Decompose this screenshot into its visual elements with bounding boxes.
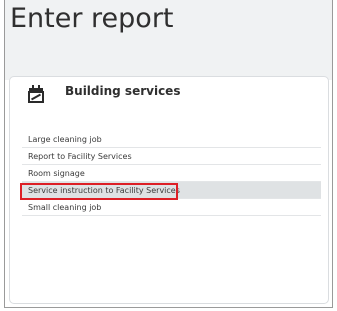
list-item-room-signage[interactable]: Room signage [22, 165, 321, 182]
card-title: Building services [65, 84, 181, 98]
calendar-icon [28, 85, 44, 103]
service-list: Large cleaning job Report to Facility Se… [22, 131, 321, 216]
building-services-card: Building services Large cleaning job Rep… [9, 76, 329, 304]
list-item-small-cleaning-job[interactable]: Small cleaning job [22, 199, 321, 216]
list-item-service-instruction[interactable]: Service instruction to Facility Services [22, 182, 321, 199]
list-item-large-cleaning-job[interactable]: Large cleaning job [22, 131, 321, 148]
list-item-report-to-facility-services[interactable]: Report to Facility Services [22, 148, 321, 165]
page-title: Enter report [10, 3, 174, 34]
page-header: Enter report [5, 0, 332, 80]
app-frame: Enter report Building services Large cle… [4, 0, 333, 308]
